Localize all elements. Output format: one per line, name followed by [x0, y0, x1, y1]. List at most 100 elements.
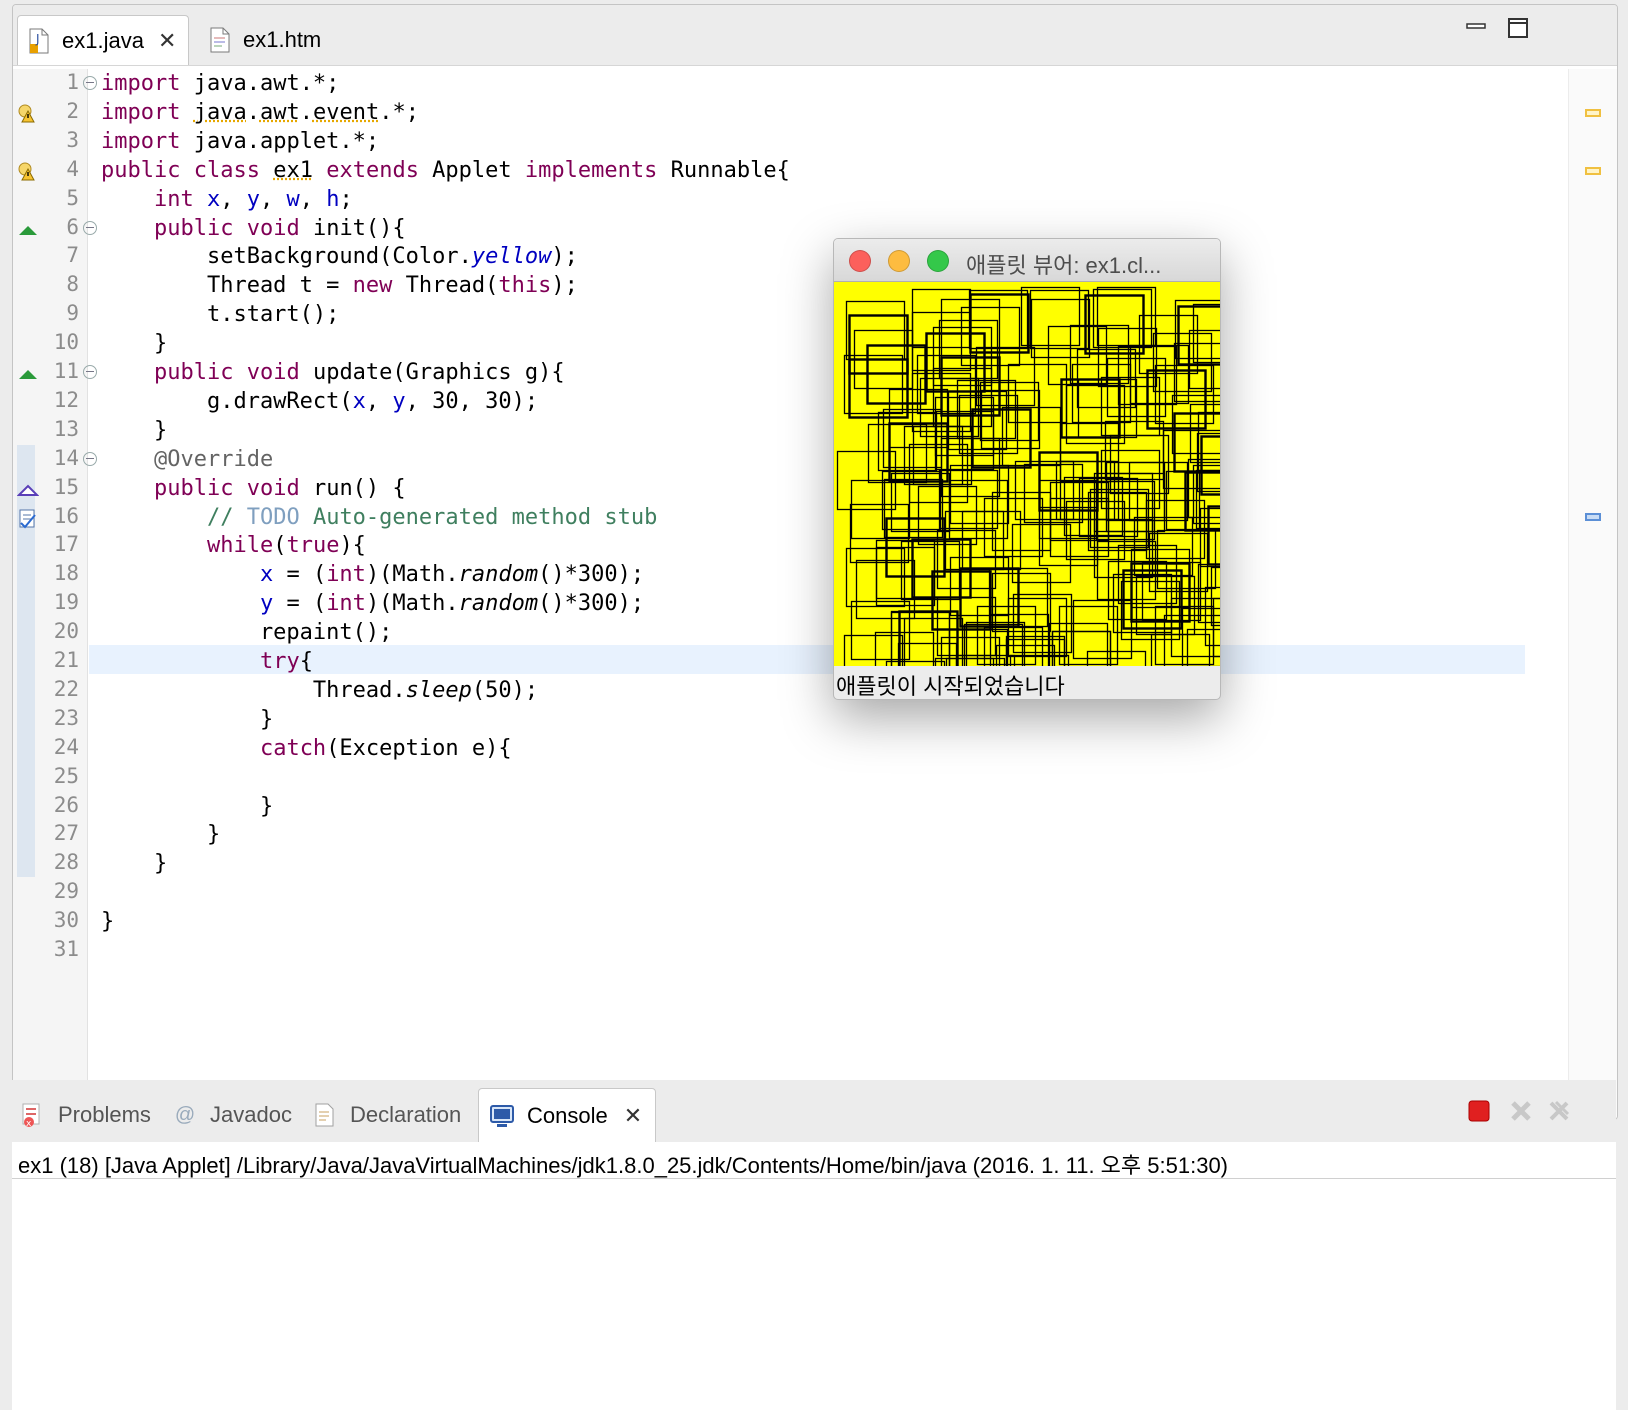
warning-marker[interactable]	[1585, 167, 1601, 175]
overview-ruler[interactable]	[1568, 69, 1617, 1119]
override-icon[interactable]	[17, 218, 39, 240]
line-number: 3	[66, 127, 79, 152]
code-line[interactable]: }	[101, 907, 114, 936]
tab-problems[interactable]: x Problems	[20, 1088, 151, 1142]
code-line[interactable]: }	[101, 849, 167, 878]
gutter-line[interactable]: 11	[13, 358, 99, 388]
gutter-line[interactable]: 19	[13, 589, 99, 619]
close-window-icon[interactable]	[849, 250, 871, 272]
code-line[interactable]: public void init(){	[101, 214, 406, 243]
code-line[interactable]: catch(Exception e){	[101, 734, 512, 763]
gutter-line[interactable]: 1	[13, 69, 99, 99]
tab-label: Javadoc	[210, 1102, 292, 1127]
code-line[interactable]: // TODO Auto-generated method stub	[101, 503, 657, 532]
gutter-line[interactable]: 22	[13, 676, 99, 706]
code-line[interactable]: Thread t = new Thread(this);	[101, 271, 578, 300]
code-line[interactable]: @Override	[101, 445, 273, 474]
gutter-line[interactable]: 8	[13, 271, 99, 301]
code-line[interactable]: }	[101, 792, 273, 821]
gutter-line[interactable]: 24	[13, 734, 99, 764]
gutter-line[interactable]: 20	[13, 618, 99, 648]
collapse-icon[interactable]	[83, 365, 97, 379]
code-line[interactable]: import java.awt.*;	[101, 69, 339, 98]
code-line[interactable]: }	[101, 705, 273, 734]
gutter-line[interactable]: 31	[13, 936, 99, 966]
gutter-line[interactable]: 4	[13, 156, 99, 186]
gutter-line[interactable]: 27	[13, 820, 99, 850]
implements-icon[interactable]	[16, 478, 40, 500]
code-line[interactable]: }	[101, 820, 220, 849]
gutter-line[interactable]: 5	[13, 185, 99, 215]
warning-icon[interactable]	[17, 102, 39, 124]
line-number-gutter[interactable]: 1 2 3 4 5 6 7 8 9 10 11 12 13 14 15 16 17 18 19 20 21 22 23 24 2…	[13, 69, 99, 1119]
remove-all-terminated-icon[interactable]	[1548, 1100, 1570, 1122]
collapse-icon[interactable]	[83, 451, 97, 466]
code-line[interactable]: while(true){	[101, 531, 366, 560]
code-line[interactable]: repaint();	[101, 618, 392, 647]
code-line[interactable]: public void run() {	[101, 474, 406, 503]
gutter-line[interactable]: 9	[13, 300, 99, 330]
code-line[interactable]: try{	[101, 647, 313, 676]
code-line[interactable]: int x, y, w, h;	[101, 185, 353, 214]
gutter-line[interactable]: 6	[13, 214, 99, 244]
svg-text:x: x	[26, 1119, 32, 1128]
gutter-line[interactable]: 17	[13, 531, 99, 561]
remove-launch-icon[interactable]	[1510, 1100, 1532, 1122]
gutter-line[interactable]: 13	[13, 416, 99, 446]
gutter-line[interactable]: 16	[13, 503, 99, 533]
minimize-icon[interactable]	[1463, 15, 1489, 41]
tab-declaration[interactable]: Declaration	[312, 1088, 461, 1142]
gutter-line[interactable]: 23	[13, 705, 99, 735]
warning-marker[interactable]	[1585, 109, 1601, 117]
code-line[interactable]: t.start();	[101, 300, 339, 329]
applet-canvas[interactable]	[834, 282, 1220, 666]
gutter-line[interactable]: 28	[13, 849, 99, 879]
gutter-line[interactable]: 3	[13, 127, 99, 157]
code-line[interactable]: public void update(Graphics g){	[101, 358, 565, 387]
code-line[interactable]: import java.awt.event.*;	[101, 98, 419, 127]
gutter-line[interactable]: 10	[13, 329, 99, 359]
gutter-line[interactable]: 15	[13, 474, 99, 504]
gutter-line[interactable]: 26	[13, 792, 99, 822]
code-line[interactable]: }	[101, 329, 167, 358]
gutter-line[interactable]: 18	[13, 560, 99, 590]
code-line[interactable]: x = (int)(Math.random()*300);	[101, 560, 644, 589]
tab-ex1-htm[interactable]: ex1.htm	[199, 15, 359, 65]
gutter-line[interactable]: 30	[13, 907, 99, 937]
terminate-icon[interactable]	[1468, 1100, 1490, 1122]
gutter-line[interactable]: 12	[13, 387, 99, 417]
task-marker[interactable]	[1585, 513, 1601, 521]
gutter-line[interactable]: 21	[13, 647, 99, 677]
gutter-line[interactable]: 14	[13, 445, 99, 475]
collapse-icon[interactable]	[83, 76, 97, 90]
override-icon[interactable]	[17, 362, 39, 384]
code-line[interactable]: import java.applet.*;	[101, 127, 379, 156]
minimize-window-icon[interactable]	[888, 250, 910, 272]
close-tab-icon[interactable]: ✕	[624, 1103, 642, 1129]
code-area[interactable]: import java.awt.*; import java.awt.event.…	[101, 69, 1547, 1119]
line-number: 13	[53, 416, 79, 441]
gutter-line[interactable]: 7	[13, 242, 99, 272]
tab-console[interactable]: Console ✕	[478, 1088, 656, 1142]
warning-icon[interactable]	[17, 160, 39, 182]
tab-label: Problems	[58, 1102, 151, 1127]
collapse-icon[interactable]	[83, 220, 97, 235]
zoom-window-icon[interactable]	[927, 250, 949, 272]
line-number: 30	[53, 908, 79, 933]
task-icon[interactable]	[17, 507, 39, 529]
code-line[interactable]: setBackground(Color.yellow);	[101, 242, 578, 271]
applet-title-bar[interactable]: 애플릿 뷰어: ex1.cl...	[834, 239, 1220, 282]
gutter-line[interactable]: 25	[13, 763, 99, 793]
gutter-line[interactable]: 29	[13, 878, 99, 908]
close-tab-icon[interactable]: ✕	[158, 28, 176, 54]
tab-javadoc[interactable]: @ Javadoc	[172, 1088, 292, 1142]
code-line[interactable]: Thread.sleep(50);	[101, 676, 538, 705]
gutter-line[interactable]: 2	[13, 98, 99, 128]
code-line[interactable]: y = (int)(Math.random()*300);	[101, 589, 644, 618]
drawn-rectangle	[1048, 622, 1109, 666]
code-line[interactable]: public class ex1 extends Applet implemen…	[101, 156, 790, 185]
maximize-icon[interactable]	[1505, 15, 1531, 41]
code-line[interactable]: }	[101, 416, 167, 445]
code-line[interactable]: g.drawRect(x, y, 30, 30);	[101, 387, 538, 416]
tab-ex1-java[interactable]: J ex1.java ✕	[17, 15, 189, 65]
